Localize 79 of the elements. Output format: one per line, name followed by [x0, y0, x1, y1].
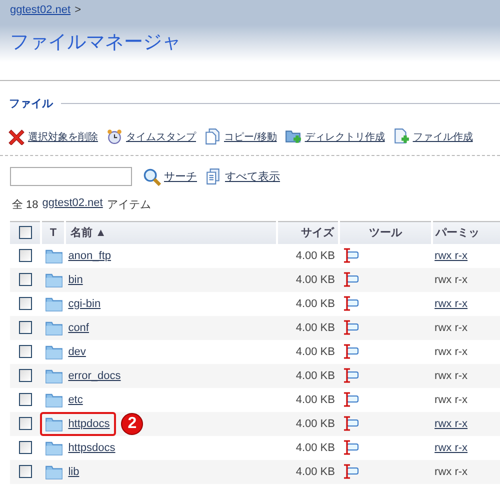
size-cell: 4.00 KB — [276, 388, 339, 412]
row-checkbox[interactable] — [19, 249, 32, 262]
permissions-cell: rwx r-x — [434, 274, 468, 286]
size-cell: 4.00 KB — [276, 340, 339, 364]
breadcrumb-link[interactable]: ggtest02.net — [10, 4, 71, 16]
row-checkbox[interactable] — [19, 465, 32, 478]
column-header[interactable]: T — [41, 222, 66, 244]
edit-icon — [342, 392, 359, 408]
permissions-link[interactable]: rwx r-x — [434, 418, 468, 430]
domain-link[interactable]: ggtest02.net — [42, 197, 103, 212]
folder-link[interactable]: httpdocs — [68, 418, 110, 430]
toolbar-link[interactable]: ファイル作成 — [392, 128, 473, 145]
edit-icon — [342, 440, 359, 456]
document-add-icon — [392, 128, 410, 145]
size-cell: 4.00 KB — [276, 244, 339, 268]
folder-link[interactable]: dev — [68, 346, 86, 358]
row-checkbox[interactable] — [19, 321, 32, 334]
select-all-checkbox[interactable] — [18, 226, 32, 240]
size-cell: 4.00 KB — [276, 364, 339, 388]
permissions-link[interactable]: rwx r-x — [434, 298, 468, 310]
folder-link[interactable]: error_docs — [68, 370, 121, 382]
edit-icon — [342, 296, 359, 312]
size-cell: 4.00 KB — [276, 412, 339, 436]
size-cell: 4.00 KB — [276, 268, 339, 292]
column-header[interactable]: サイズ — [276, 222, 339, 244]
toolbar-link[interactable]: 選択対象を削除 — [8, 128, 98, 145]
column-header[interactable]: 名前 ▲ — [65, 222, 277, 244]
cross-icon — [8, 128, 25, 145]
edit-icon — [342, 320, 359, 336]
permissions-link[interactable]: rwx r-x — [434, 250, 468, 262]
permissions-cell: rwx r-x — [434, 346, 468, 358]
folder-link[interactable]: anon_ftp — [68, 250, 112, 262]
size-cell: 4.00 KB — [276, 292, 339, 316]
page-title: ファイルマネージャ — [10, 31, 182, 55]
show-all-link[interactable]: すべて表示 — [205, 168, 280, 185]
breadcrumb-separator: > — [74, 4, 81, 16]
permissions-cell: rwx r-x — [434, 322, 468, 334]
folder-add-icon — [284, 128, 302, 145]
section-title: ファイル — [9, 97, 53, 111]
folder-link[interactable]: etc — [68, 394, 83, 406]
size-cell: 4.00 KB — [276, 316, 339, 340]
toolbar-link[interactable]: コピー/移動 — [204, 128, 277, 145]
column-header[interactable]: パーミッ — [432, 222, 500, 244]
folder-link[interactable]: bin — [68, 274, 83, 286]
item-count: 全 18 — [12, 198, 38, 212]
item-count-label: アイテム — [106, 198, 151, 212]
row-checkbox[interactable] — [19, 345, 32, 358]
edit-icon — [342, 368, 359, 384]
size-cell: 4.00 KB — [276, 436, 339, 460]
callout-badge: 2 — [121, 412, 144, 434]
permissions-cell: rwx r-x — [434, 466, 468, 478]
permissions-cell: rwx r-x — [434, 394, 468, 406]
edit-icon — [342, 248, 359, 264]
row-checkbox[interactable] — [19, 441, 32, 454]
alarm-clock-icon — [106, 128, 123, 145]
folder-link[interactable]: conf — [68, 322, 89, 334]
search-field[interactable] — [10, 167, 132, 186]
row-checkbox[interactable] — [19, 417, 32, 430]
search-link[interactable]: サーチ — [143, 168, 197, 186]
toolbar-link[interactable]: タイムスタンプ — [106, 128, 196, 145]
edit-icon — [342, 416, 359, 432]
edit-icon — [342, 464, 359, 480]
folder-link[interactable]: lib — [68, 466, 80, 478]
row-checkbox[interactable] — [19, 297, 32, 310]
documents-icon — [204, 128, 221, 145]
search-icon — [143, 168, 161, 186]
edit-icon — [342, 272, 359, 288]
size-cell: 4.00 KB — [276, 460, 339, 484]
row-checkbox[interactable] — [19, 273, 32, 286]
permissions-cell: rwx r-x — [434, 370, 468, 382]
row-checkbox[interactable] — [19, 393, 32, 406]
toolbar-link[interactable]: ディレクトリ作成 — [284, 128, 385, 145]
row-checkbox[interactable] — [19, 369, 32, 382]
folder-link[interactable]: cgi-bin — [68, 298, 101, 310]
edit-icon — [342, 344, 359, 360]
documents-icon — [205, 168, 222, 185]
column-header[interactable]: ツール — [338, 222, 432, 244]
folder-link[interactable]: httpsdocs — [68, 442, 116, 454]
permissions-link[interactable]: rwx r-x — [434, 442, 468, 454]
